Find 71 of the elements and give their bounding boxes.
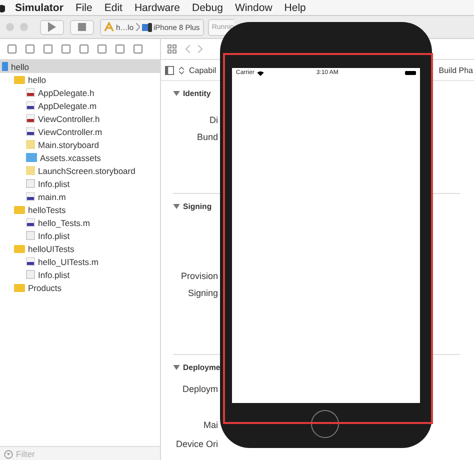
navigator-row[interactable]: AppDelegate.m: [0, 99, 160, 112]
plist-file-icon: [26, 179, 35, 188]
menu-item[interactable]: Edit: [104, 2, 122, 14]
navigator-row[interactable]: Info.plist: [0, 229, 160, 242]
navigator-row[interactable]: LaunchScreen.storyboard: [0, 164, 160, 177]
project-icon: [2, 62, 8, 71]
play-icon: [48, 22, 56, 32]
header-file-icon: [26, 114, 35, 123]
navigator-row[interactable]: ViewController.m: [0, 125, 160, 138]
stop-button[interactable]: [70, 20, 94, 34]
menu-item[interactable]: File: [75, 2, 92, 14]
menu-item[interactable]: Hardware: [134, 2, 180, 14]
app-icon: [104, 22, 114, 32]
menu-item[interactable]: Debug: [192, 2, 223, 14]
menu-item[interactable]: Help: [284, 2, 306, 14]
menu-item[interactable]: Window: [234, 2, 272, 14]
navigator-row[interactable]: helloTests: [0, 203, 160, 216]
field-label: Deploym: [181, 384, 218, 394]
editor-tab[interactable]: Build Pha: [438, 66, 474, 74]
editor-tab[interactable]: Capabil: [189, 66, 216, 74]
navigator-row[interactable]: AppDelegate.h: [0, 86, 160, 99]
back-icon[interactable]: [185, 45, 190, 53]
field-label: Mai: [202, 420, 218, 430]
navigator-row[interactable]: hello: [0, 73, 160, 86]
plist-file-icon: [26, 231, 35, 240]
asset-folder-icon: [26, 153, 37, 162]
sidebar-toggle-icon[interactable]: [165, 66, 174, 74]
folder-icon: [14, 284, 25, 292]
source-file-icon: [26, 192, 35, 201]
field-label: Provision: [180, 271, 218, 281]
source-file-icon: [26, 101, 35, 110]
field-label: Di: [208, 115, 218, 125]
navigator-row[interactable]: hello_Tests.m: [0, 216, 160, 229]
stepper-icon[interactable]: [179, 66, 184, 74]
folder-icon: [14, 244, 25, 252]
battery-icon: [405, 71, 416, 75]
folder-icon: [14, 206, 25, 214]
run-button[interactable]: [40, 20, 64, 34]
field-label: Device Ori: [174, 439, 218, 449]
disclosure-triangle-icon[interactable]: [173, 204, 180, 208]
field-label: Bund: [196, 132, 218, 142]
device-icon: [142, 22, 152, 32]
folder-icon: [14, 76, 25, 84]
source-file-icon: [26, 127, 35, 136]
navigator-row[interactable]: helloUITests: [0, 242, 160, 255]
navigator-row[interactable]: Main.storyboard: [0, 138, 160, 151]
header-file-icon: [26, 88, 35, 97]
navigator-row[interactable]: main.m: [0, 190, 160, 203]
navigator-row[interactable]: Info.plist: [0, 177, 160, 190]
source-file-icon: [26, 257, 35, 266]
stop-icon: [78, 23, 86, 31]
storyboard-icon: [26, 140, 35, 149]
forward-icon[interactable]: [198, 45, 203, 53]
navigator-row[interactable]: ViewController.h: [0, 112, 160, 125]
navigator-row[interactable]: Assets.xcassets: [0, 151, 160, 164]
source-file-icon: [26, 218, 35, 227]
disclosure-triangle-icon[interactable]: [173, 364, 180, 370]
navigator-row[interactable]: hello: [0, 60, 160, 73]
navigator-row[interactable]: hello_UITests.m: [0, 255, 160, 268]
home-button[interactable]: [311, 410, 339, 438]
disclosure-triangle-icon[interactable]: [173, 90, 180, 96]
field-label: Signing: [186, 288, 218, 298]
navigator-row[interactable]: Products: [0, 281, 160, 294]
grid-icon[interactable]: [167, 44, 177, 54]
wifi-icon: [257, 70, 264, 76]
filter-icon[interactable]: [4, 450, 13, 458]
chevron-icon: [136, 23, 140, 31]
plist-file-icon: [26, 270, 35, 279]
navigator-row[interactable]: Info.plist: [0, 268, 160, 281]
menu-item[interactable]: Simulator: [15, 2, 64, 14]
storyboard-icon: [26, 166, 35, 175]
